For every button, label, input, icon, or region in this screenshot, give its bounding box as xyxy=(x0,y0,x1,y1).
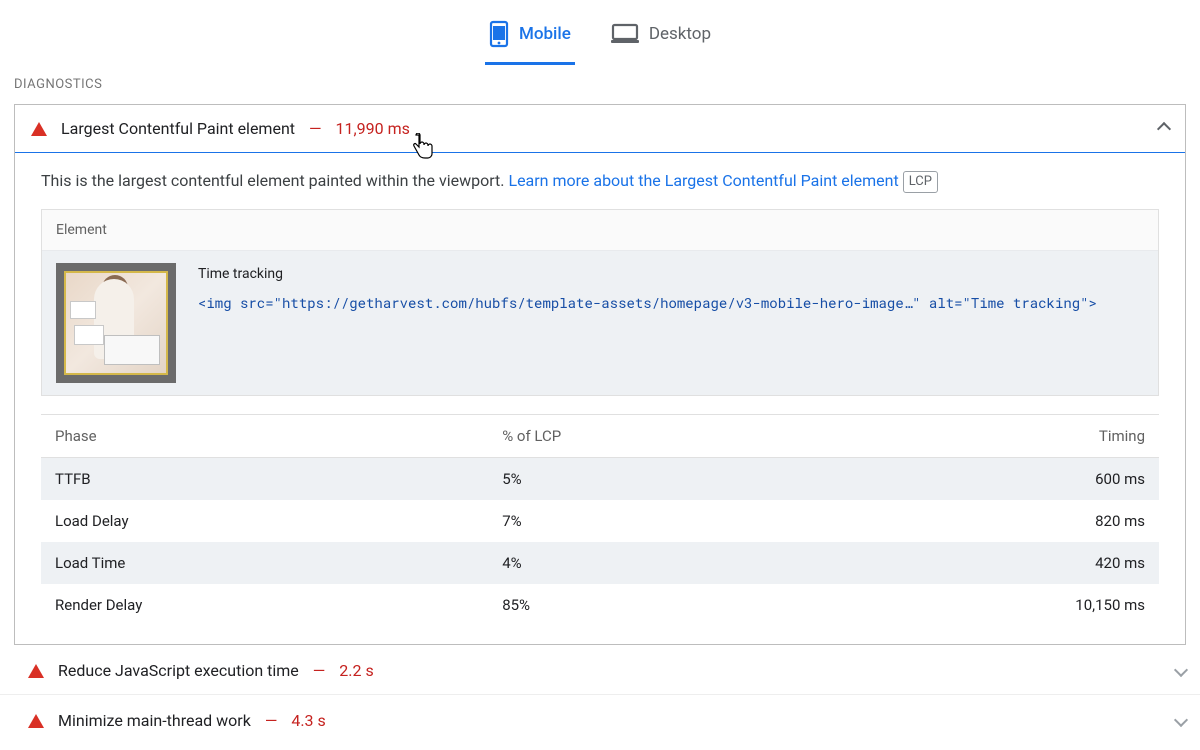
desktop-icon xyxy=(611,23,639,45)
metric-separator: — xyxy=(309,119,322,138)
tab-mobile-label: Mobile xyxy=(519,24,571,44)
chevron-down-icon xyxy=(1176,663,1186,679)
table-row: Render Delay 85% 10,150 ms xyxy=(41,584,1159,626)
lcp-element-code: <img src="https://getharvest.com/hubfs/t… xyxy=(198,291,1144,315)
lcp-element-label: Time tracking xyxy=(198,263,1144,287)
tab-mobile[interactable]: Mobile xyxy=(485,14,575,65)
mobile-icon xyxy=(489,20,509,48)
diagnostics-label: DIAGNOSTICS xyxy=(0,65,1200,98)
lcp-element-panel: Element Time tracking <img src="https://… xyxy=(41,209,1159,396)
warning-triangle-icon xyxy=(31,122,47,136)
audit-lcp-header[interactable]: Largest Contentful Paint element — 11,99… xyxy=(15,105,1185,152)
lcp-element-row: Time tracking <img src="https://getharve… xyxy=(42,251,1158,395)
lcp-element-thumbnail xyxy=(56,263,176,383)
lcp-element-text: Time tracking <img src="https://getharve… xyxy=(198,263,1144,383)
table-row: Load Time 4% 420 ms xyxy=(41,542,1159,584)
lcp-badge: LCP xyxy=(903,171,938,193)
audit-lcp-title: Largest Contentful Paint element xyxy=(61,119,295,138)
audit-title: Reduce JavaScript execution time xyxy=(58,661,299,680)
warning-triangle-icon xyxy=(28,664,44,678)
chevron-down-icon xyxy=(1176,713,1186,729)
chevron-up-icon xyxy=(1159,120,1169,138)
audit-title: Minimize main-thread work xyxy=(58,711,251,730)
tab-desktop[interactable]: Desktop xyxy=(607,14,715,65)
lcp-phase-table: Phase % of LCP Timing TTFB 5% 600 ms Loa… xyxy=(41,414,1159,626)
col-timing: Timing xyxy=(935,415,1159,458)
audit-lcp-element: Largest Contentful Paint element — 11,99… xyxy=(14,104,1186,645)
audit-reduce-js[interactable]: Reduce JavaScript execution time — 2.2 s xyxy=(0,645,1200,695)
learn-more-link[interactable]: Learn more about the Largest Contentful … xyxy=(508,171,898,190)
audit-main-thread[interactable]: Minimize main-thread work — 4.3 s xyxy=(0,695,1200,744)
col-percent: % of LCP xyxy=(488,415,935,458)
tab-desktop-label: Desktop xyxy=(649,24,711,44)
warning-triangle-icon xyxy=(28,714,44,728)
lcp-element-panel-header: Element xyxy=(42,210,1158,251)
audit-lcp-description: This is the largest contentful element p… xyxy=(41,169,1159,193)
audit-metric: 2.2 s xyxy=(339,661,373,680)
audit-lcp-body: This is the largest contentful element p… xyxy=(15,153,1185,644)
table-row: TTFB 5% 600 ms xyxy=(41,458,1159,501)
audit-lcp-metric: 11,990 ms xyxy=(336,119,410,138)
device-tabs: Mobile Desktop xyxy=(0,0,1200,65)
col-phase: Phase xyxy=(41,415,488,458)
audit-metric: 4.3 s xyxy=(291,711,325,730)
table-row: Load Delay 7% 820 ms xyxy=(41,500,1159,542)
